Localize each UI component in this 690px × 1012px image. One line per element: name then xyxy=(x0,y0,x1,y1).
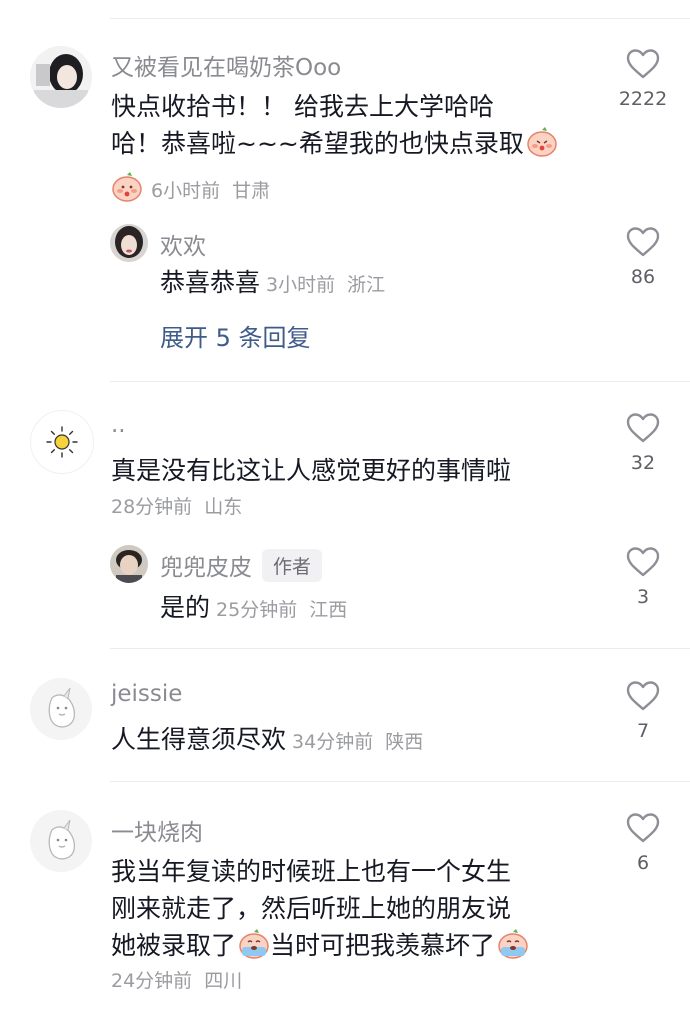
comment-time: 6小时前 xyxy=(151,180,221,202)
comment-author[interactable]: 又被看见在喝奶茶Ooo xyxy=(111,48,341,82)
comment-time: 34分钟前 xyxy=(292,731,374,753)
divider-top xyxy=(110,18,690,19)
like-button[interactable]: 86 xyxy=(613,226,673,288)
comment-time: 24分钟前 xyxy=(111,970,193,992)
like-button[interactable]: 6 xyxy=(613,812,673,874)
reply-author: 兜兜皮皮 作者 xyxy=(160,548,323,582)
avatar[interactable] xyxy=(110,545,148,583)
avatar[interactable] xyxy=(30,678,92,740)
avatar[interactable] xyxy=(30,46,92,108)
author-badge: 作者 xyxy=(262,549,323,582)
comment-author[interactable]: jeissie xyxy=(111,681,182,707)
like-count: 6 xyxy=(636,852,650,874)
reply-text: 恭喜恭喜 3小时前 浙江 xyxy=(160,268,386,297)
like-count: 32 xyxy=(630,452,656,474)
like-count: 3 xyxy=(636,586,650,608)
comment-location: 山东 xyxy=(204,496,243,518)
comment-meta: 24分钟前 四川 xyxy=(111,966,242,993)
heart-icon xyxy=(626,681,660,711)
comment-text: 真是没有比这让人感觉更好的事情啦 xyxy=(111,456,512,485)
like-button[interactable]: 7 xyxy=(613,680,673,742)
reply-time: 3小时前 xyxy=(266,274,336,296)
comment-location: 四川 xyxy=(204,970,243,992)
avatar[interactable] xyxy=(110,224,148,262)
like-button[interactable]: 2222 xyxy=(613,48,673,110)
expand-replies-link[interactable]: 展开 5 条回复 xyxy=(160,318,311,353)
reply-location: 浙江 xyxy=(347,274,386,296)
like-count: 7 xyxy=(636,720,650,742)
divider xyxy=(110,781,690,782)
like-button[interactable]: 3 xyxy=(613,546,673,608)
sun-icon xyxy=(46,426,78,458)
comment-text: 我当年复读的时候班上也有一个女生 刚来就走了，然后听班上她的朋友说 她被录取了 … xyxy=(111,853,601,964)
heart-icon xyxy=(626,49,660,79)
peach-face-emoji-icon xyxy=(111,172,143,202)
like-button[interactable]: 32 xyxy=(613,412,673,474)
comment-author[interactable]: 一块烧肉 xyxy=(111,813,203,847)
peach-face-emoji-icon xyxy=(526,127,558,157)
reply-author[interactable]: 欢欢 xyxy=(160,227,206,261)
divider xyxy=(110,648,690,649)
heart-icon xyxy=(626,227,660,257)
avatar[interactable] xyxy=(30,810,92,872)
comment-meta: 34分钟前 陕西 xyxy=(292,731,423,753)
comment-text: 人生得意须尽欢 34分钟前 陕西 xyxy=(111,725,424,754)
like-count: 2222 xyxy=(618,88,668,110)
reply-meta: 25分钟前 江西 xyxy=(216,599,347,621)
comment-meta: 28分钟前 山东 xyxy=(111,492,242,519)
heart-icon xyxy=(626,813,660,843)
avatar[interactable] xyxy=(30,410,94,474)
reply-location: 江西 xyxy=(309,599,348,621)
comment-text: 快点收拾书！！ 给我去上大学哈哈 哈！恭喜啦~~~希望我的也快点录取 xyxy=(111,88,601,162)
comment-location: 甘肃 xyxy=(232,180,271,202)
heart-icon xyxy=(626,413,660,443)
divider xyxy=(110,381,690,382)
crying-peach-emoji-icon xyxy=(497,929,529,959)
heart-icon xyxy=(626,547,660,577)
reply-time: 25分钟前 xyxy=(216,599,298,621)
comment-time: 28分钟前 xyxy=(111,496,193,518)
comment-author[interactable]: .. xyxy=(111,412,126,438)
reply-text: 是的 25分钟前 江西 xyxy=(160,593,348,622)
crying-peach-emoji-icon xyxy=(238,929,270,959)
reply-meta: 3小时前 浙江 xyxy=(266,274,385,296)
comment-location: 陕西 xyxy=(385,731,424,753)
comment-meta: 6小时前 甘肃 xyxy=(111,172,270,203)
like-count: 86 xyxy=(630,266,656,288)
